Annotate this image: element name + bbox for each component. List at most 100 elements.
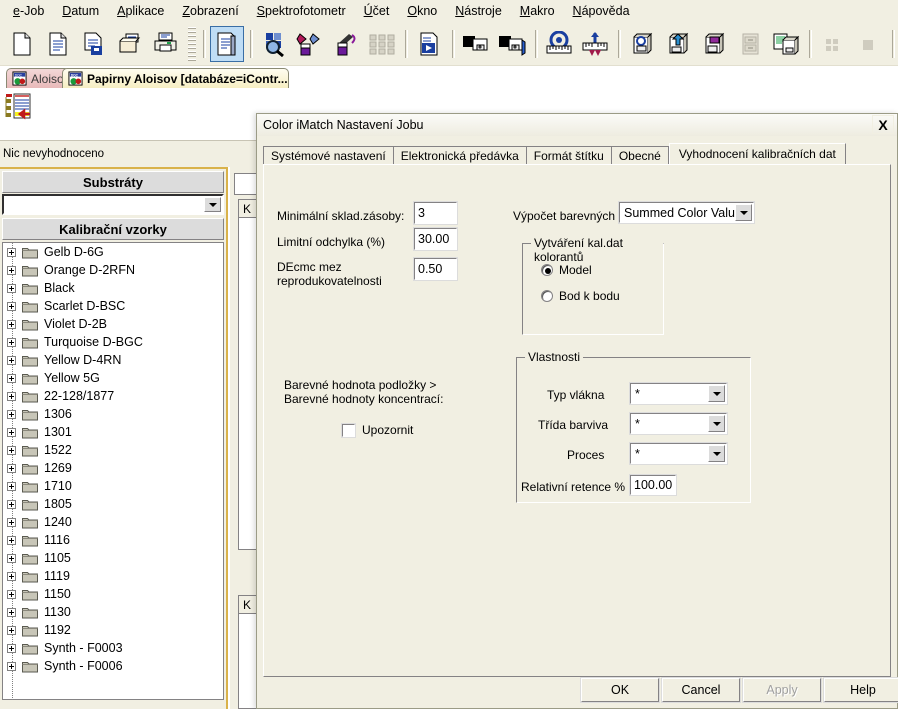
expand-plus-icon[interactable] xyxy=(7,355,16,365)
document-tab-papirny-aloisov[interactable]: DOC Papirny Aloisov [databáze=iContr... xyxy=(62,68,289,88)
tree-item[interactable]: 1116 xyxy=(3,531,223,549)
close-icon[interactable]: X xyxy=(872,115,894,134)
menu-item-spektrofotometr[interactable]: Spektrofotometr xyxy=(248,2,355,21)
radio-model[interactable]: Model xyxy=(541,263,592,277)
cabinet-icon[interactable] xyxy=(733,26,767,62)
chevron-down-icon[interactable] xyxy=(708,415,725,432)
tab-elektronicka-predavka[interactable]: Elektronická předávka xyxy=(392,146,527,164)
tree-item[interactable]: 1192 xyxy=(3,621,223,639)
tree-item[interactable]: 1306 xyxy=(3,405,223,423)
target-ruler-icon[interactable] xyxy=(542,26,576,62)
grid-block-icon[interactable] xyxy=(852,26,886,62)
tree-item[interactable]: Yellow 5G xyxy=(3,369,223,387)
expand-plus-icon[interactable] xyxy=(7,373,16,383)
expand-plus-icon[interactable] xyxy=(7,481,16,491)
menu-item-ucet[interactable]: Účet xyxy=(355,2,399,21)
expand-plus-icon[interactable] xyxy=(7,463,16,473)
relative-retention-input[interactable]: 100.00 xyxy=(629,474,677,496)
tab-vyhodnoceni-kalibracnich-dat[interactable]: Vyhodnocení kalibračních dat xyxy=(668,143,846,164)
tab-format-stitku[interactable]: Formát štítku xyxy=(525,146,612,164)
radio-bod-k-bodu[interactable]: Bod k bodu xyxy=(541,289,620,303)
tab-obecne[interactable]: Obecné xyxy=(610,146,669,164)
tree-item[interactable]: Synth - F0006 xyxy=(3,657,223,675)
expand-plus-icon[interactable] xyxy=(7,661,16,671)
save-document-icon[interactable] xyxy=(77,26,111,62)
grid-small-icon[interactable] xyxy=(816,26,850,62)
tree-item[interactable]: 1105 xyxy=(3,549,223,567)
job-document-icon[interactable] xyxy=(210,25,244,62)
tolerance-ruler-icon[interactable] xyxy=(578,26,612,62)
tree-item[interactable]: Black xyxy=(3,279,223,297)
tree-item[interactable]: Synth - F0003 xyxy=(3,639,223,657)
tree-item[interactable]: Violet D-2B xyxy=(3,315,223,333)
expand-plus-icon[interactable] xyxy=(7,625,16,635)
tree-item[interactable]: 1150 xyxy=(3,585,223,603)
chevron-down-icon[interactable] xyxy=(735,204,752,221)
decmc-input[interactable]: 0.50 xyxy=(413,257,458,281)
database-target-icon[interactable] xyxy=(625,26,659,62)
tree-item[interactable]: Gelb D-6G xyxy=(3,243,223,261)
database-color-icon[interactable] xyxy=(697,26,731,62)
menu-item-ejob[interactable]: e-Job xyxy=(4,2,53,21)
expand-plus-icon[interactable] xyxy=(7,571,16,581)
expand-plus-icon[interactable] xyxy=(7,319,16,329)
menu-item-napoveda[interactable]: Nápověda xyxy=(564,2,639,21)
expand-plus-icon[interactable] xyxy=(7,643,16,653)
tree-item[interactable]: 1710 xyxy=(3,477,223,495)
menu-item-makro[interactable]: Makro xyxy=(511,2,564,21)
database-import-icon[interactable] xyxy=(661,26,695,62)
menu-item-zobrazeni[interactable]: Zobrazení xyxy=(173,2,247,21)
color-search-icon[interactable] xyxy=(257,26,291,62)
expand-plus-icon[interactable] xyxy=(7,247,16,257)
run-document-icon[interactable] xyxy=(412,26,446,62)
fiber-type-dropdown[interactable]: * xyxy=(629,382,728,405)
checkbox-box[interactable] xyxy=(341,422,356,438)
tree-item[interactable]: 1119 xyxy=(3,567,223,585)
dialog-title-bar[interactable]: Color iMatch Nastavení Jobu X xyxy=(257,114,897,136)
tree-item[interactable]: 1130 xyxy=(3,603,223,621)
dye-class-dropdown[interactable]: * xyxy=(629,412,728,435)
expand-plus-icon[interactable] xyxy=(7,535,16,545)
columns-grid-icon[interactable] xyxy=(365,26,399,62)
new-document-icon[interactable] xyxy=(5,26,39,62)
print-icon[interactable] xyxy=(149,26,183,62)
calibration-samples-tree[interactable]: Gelb D-6G Orange D-2RFN Black Scarlet D-BSC… xyxy=(2,242,224,700)
report-database-icon[interactable] xyxy=(769,26,803,62)
monitor-edit-icon[interactable] xyxy=(495,26,529,62)
expand-plus-icon[interactable] xyxy=(7,427,16,437)
expand-plus-icon[interactable] xyxy=(7,589,16,599)
expand-plus-icon[interactable] xyxy=(7,445,16,455)
toolbar-grip[interactable] xyxy=(188,26,196,61)
radio-circle[interactable] xyxy=(541,290,553,302)
print-preview-icon[interactable] xyxy=(113,26,147,62)
process-dropdown[interactable]: * xyxy=(629,442,728,465)
tree-item[interactable]: 1522 xyxy=(3,441,223,459)
menu-item-datum[interactable]: Datum xyxy=(53,2,108,21)
expand-plus-icon[interactable] xyxy=(7,265,16,275)
expand-plus-icon[interactable] xyxy=(7,517,16,527)
menu-item-nastroje[interactable]: Nástroje xyxy=(446,2,511,21)
open-document-icon[interactable] xyxy=(41,26,75,62)
expand-plus-icon[interactable] xyxy=(7,337,16,347)
tab-systemove-nastaveni[interactable]: Systémové nastavení xyxy=(263,146,394,164)
expand-plus-icon[interactable] xyxy=(7,391,16,401)
limit-deviation-input[interactable]: 30.00 xyxy=(413,227,458,251)
menu-item-aplikace[interactable]: Aplikace xyxy=(108,2,173,21)
expand-plus-icon[interactable] xyxy=(7,409,16,419)
warning-checkbox[interactable]: Upozornit xyxy=(341,422,413,438)
menu-item-okno[interactable]: Okno xyxy=(398,2,446,21)
substrates-dropdown[interactable] xyxy=(2,194,224,215)
color-calc-dropdown[interactable]: Summed Color Value xyxy=(618,201,755,224)
radio-circle[interactable] xyxy=(541,264,553,276)
tree-item[interactable]: Orange D-2RFN xyxy=(3,261,223,279)
cancel-button[interactable]: Cancel xyxy=(661,677,741,703)
tree-item[interactable]: Yellow D-4RN xyxy=(3,351,223,369)
expand-plus-icon[interactable] xyxy=(7,553,16,563)
min-stock-input[interactable]: 3 xyxy=(413,201,458,225)
document-tab-aloisov[interactable]: DOC Aloisov xyxy=(6,68,70,88)
monitor-measure-icon[interactable] xyxy=(459,26,493,62)
tree-item[interactable]: 1805 xyxy=(3,495,223,513)
expand-plus-icon[interactable] xyxy=(7,301,16,311)
tree-item[interactable]: 1240 xyxy=(3,513,223,531)
chevron-down-icon[interactable] xyxy=(708,385,725,402)
